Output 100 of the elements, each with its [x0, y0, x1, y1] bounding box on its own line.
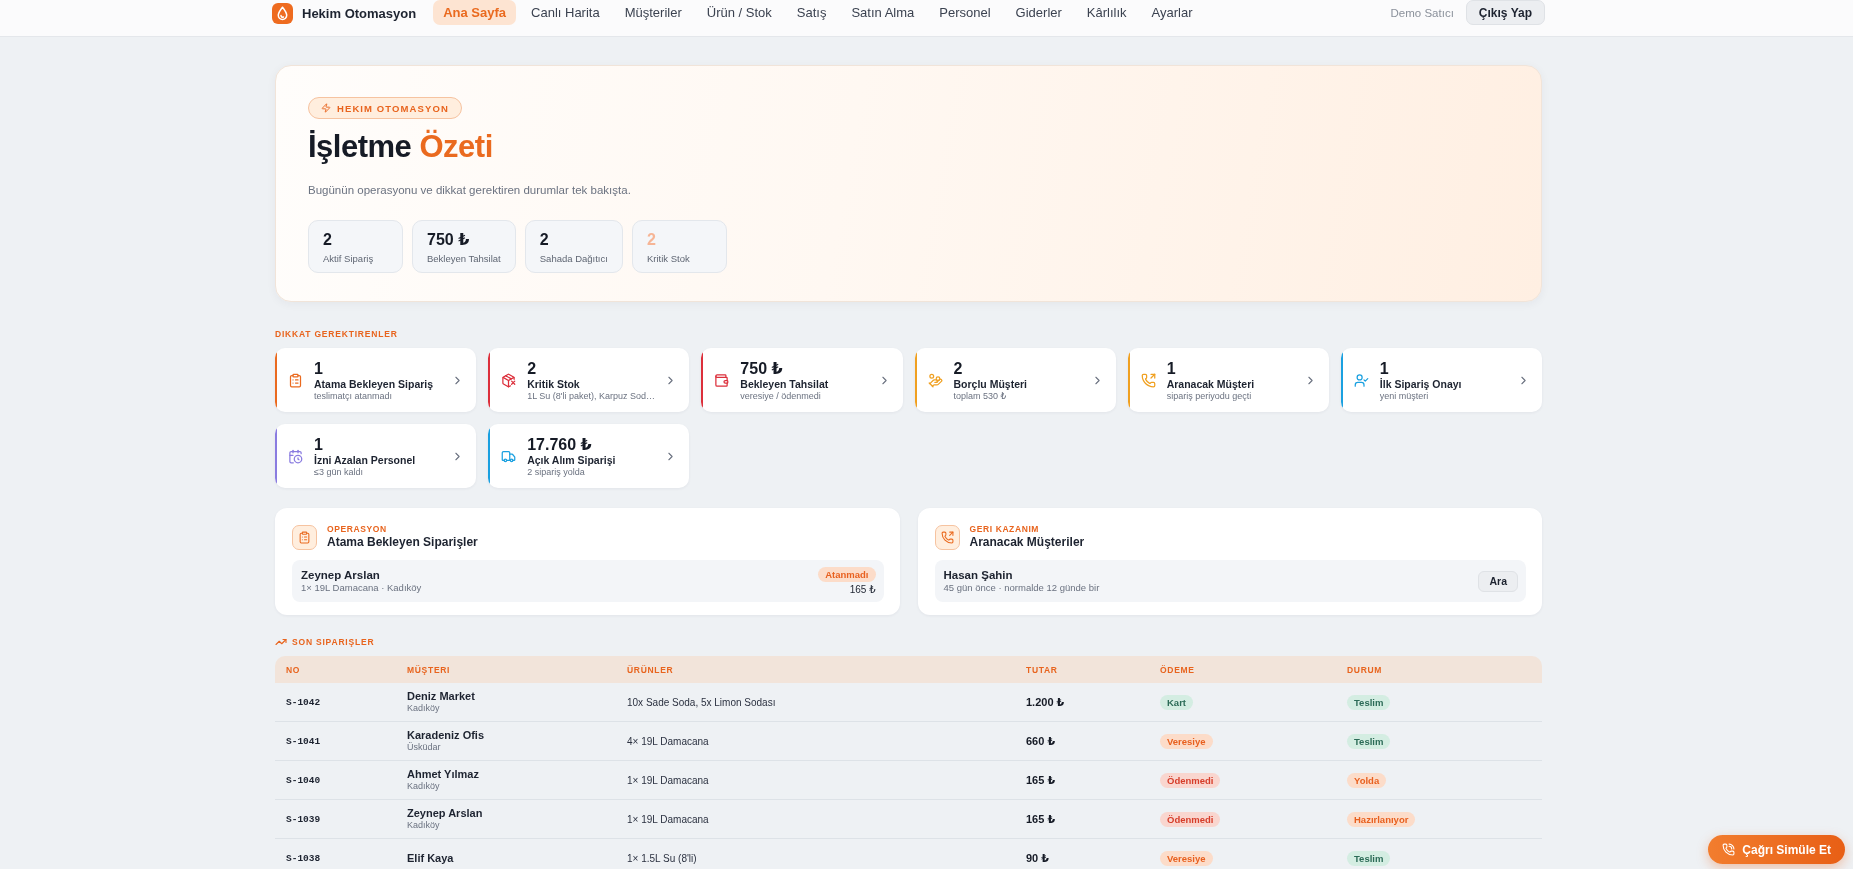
customer-district: Kadıköy: [407, 820, 440, 831]
row-detail: 1× 19L Damacana · Kadıköy: [301, 582, 422, 594]
user-check-icon: [1353, 372, 1369, 388]
alert-title: Atama Bekleyen Sipariş: [314, 377, 435, 391]
alert-card[interactable]: 2 Kritik Stok 1L Su (8'li paket), Karpuz Sod…: [488, 348, 690, 412]
status-badge: Hazırlanıyor: [1347, 811, 1416, 827]
phone-icon: [1722, 843, 1736, 856]
customer-name: Hasan Şahin: [943, 568, 1014, 582]
alert-count: 1: [1379, 358, 1390, 378]
logo-icon: [272, 3, 293, 24]
order-total: 165 ₺: [1026, 812, 1056, 826]
order-products: 10x Sade Soda, 5x Limon Sodası: [627, 696, 776, 708]
order-products: 4× 19L Damacana: [627, 735, 709, 747]
payment-badge: Veresiye: [1160, 733, 1213, 749]
truck-icon: [501, 448, 517, 464]
logout-button[interactable]: Çıkış Yap: [1465, 0, 1545, 25]
customer-name: Karadeniz Ofis: [407, 729, 485, 742]
alert-detail: 1L Su (8'li paket), Karpuz Sod…: [527, 390, 654, 402]
nav-tab[interactable]: Müşteriler: [614, 0, 692, 25]
trending-up-icon: [275, 636, 287, 648]
column-header: DURUM: [1346, 664, 1383, 675]
alert-detail: veresiye / ödenmedi: [740, 390, 822, 402]
order-number: S-1040: [286, 774, 321, 786]
call-button[interactable]: Ara: [1478, 570, 1518, 592]
nav-tab[interactable]: Kârlılık: [1076, 0, 1137, 25]
row-detail: 45 gün önce · normalde 12 günde bir: [943, 582, 1100, 594]
stat-value: 2: [323, 230, 333, 250]
page-subtitle: Bugünün operasyonu ve dikkat gerektiren durumlar tek bakışta.: [308, 183, 631, 198]
alert-card[interactable]: 2 Borçlu Müşteri toplam 530 ₺: [914, 348, 1116, 412]
alert-card[interactable]: 750 ₺ Bekleyen Tahsilat veresiye / ödenmedi: [701, 348, 903, 412]
list-row[interactable]: Hasan Şahin 45 gün önce · normalde 12 günde bir Ara: [934, 560, 1526, 602]
alert-card[interactable]: 1 İzni Azalan Personel ≤3 gün kaldı: [275, 424, 477, 488]
section-heading: DIKKAT GEREKTIRENLER: [275, 328, 398, 340]
badge-label: HEKIM OTOMASYON: [337, 102, 449, 114]
status-badge: Atanmadı: [818, 566, 876, 582]
customer-name: Deniz Market: [407, 690, 475, 703]
customer-district: Kadıköy: [407, 781, 440, 792]
clipboard-icon: [288, 372, 303, 388]
order-products: 1× 19L Damacana: [627, 813, 709, 825]
stat-value: 2: [646, 230, 657, 250]
stat-label: Sahada Dağıtıcı: [539, 253, 608, 265]
stat-label: Kritik Stok: [646, 253, 691, 265]
alert-title: Aranacak Müşteri: [1166, 377, 1256, 391]
order-number: S-1042: [286, 696, 321, 708]
alert-count: 2: [527, 358, 538, 378]
nav-tab[interactable]: Ürün / Stok: [696, 0, 782, 25]
alert-detail: yeni müşteri: [1379, 390, 1430, 402]
customer-name: Zeynep Arslan: [301, 568, 381, 582]
order-products: 1× 1.5L Su (8'li): [627, 852, 697, 864]
alert-title: İlk Sipariş Onayı: [1379, 377, 1463, 391]
hand-coins-icon: [927, 372, 943, 388]
column-header: NO: [285, 664, 301, 675]
lightning-icon: [321, 103, 331, 113]
order-total: 660 ₺: [1026, 734, 1056, 748]
customer-name: Zeynep Arslan: [407, 807, 483, 820]
alert-detail: ≤3 gün kaldı: [314, 466, 364, 478]
customer-district: Kadıköy: [407, 703, 440, 714]
order-number: S-1041: [286, 735, 321, 747]
payment-badge: Kart: [1160, 694, 1193, 710]
nav-tab[interactable]: Ayarlar: [1141, 0, 1203, 25]
alert-card[interactable]: 1 Atama Bekleyen Sipariş teslimatçı atanmadı: [275, 348, 477, 412]
order-products: 1× 19L Damacana: [627, 774, 709, 786]
alert-card[interactable]: 17.760 ₺ Açık Alım Siparişi 2 sipariş yolda: [488, 424, 690, 488]
status-badge: Teslim: [1347, 850, 1391, 866]
panel-title: Atama Bekleyen Siparişler: [327, 535, 478, 550]
status-badge: Yolda: [1347, 772, 1387, 788]
alert-count: 2: [953, 358, 964, 378]
alert-count: 1: [314, 358, 324, 378]
order-number: S-1038: [286, 852, 321, 864]
stat-value: 750 ₺: [427, 230, 471, 250]
order-total: 1.200 ₺: [1026, 695, 1065, 709]
alert-title: Bekleyen Tahsilat: [740, 377, 830, 391]
nav-tab[interactable]: Satın Alma: [841, 0, 925, 25]
list-row[interactable]: Zeynep Arslan 1× 19L Damacana · Kadıköy Atanmadı 165 ₺: [292, 560, 884, 602]
order-number: S-1039: [286, 813, 321, 825]
nav-tab[interactable]: Giderler: [1005, 0, 1072, 25]
alert-card[interactable]: 1 İlk Sipariş Onayı yeni müşteri: [1340, 348, 1542, 412]
column-header: ÜRÜNLER: [626, 664, 674, 675]
nav-tab[interactable]: Personel: [929, 0, 1001, 25]
user-name: Demo Satıcı: [1390, 6, 1454, 19]
nav-tab[interactable]: Canlı Harita: [521, 0, 610, 25]
section-heading: SON SIPARIŞLER: [292, 636, 375, 648]
alert-detail: toplam 530 ₺: [953, 390, 1008, 402]
alert-count: 1: [314, 434, 324, 454]
alert-detail: teslimatçı atanmadı: [314, 390, 394, 402]
page-title: İşletme Özeti: [308, 128, 493, 166]
status-badge: Teslim: [1347, 694, 1391, 710]
customer-name: Ahmet Yılmaz: [407, 768, 479, 781]
phone-arrow-icon: [1140, 372, 1156, 388]
alert-title: Kritik Stok: [527, 377, 581, 391]
order-total: 90 ₺: [1026, 851, 1049, 865]
nav-tab[interactable]: Satış: [786, 0, 837, 25]
stat-value: 2: [539, 230, 550, 250]
alert-card[interactable]: 1 Aranacak Müşteri sipariş periyodu geçti: [1127, 348, 1329, 412]
column-header: TUTAR: [1025, 664, 1058, 675]
stat-label: Bekleyen Tahsilat: [427, 253, 501, 265]
panel-eyebrow: GERI KAZANIM: [969, 524, 1041, 535]
package-x-icon: [501, 372, 517, 388]
calendar-clock-icon: [288, 448, 303, 464]
customer-name: Elif Kaya: [407, 851, 454, 865]
